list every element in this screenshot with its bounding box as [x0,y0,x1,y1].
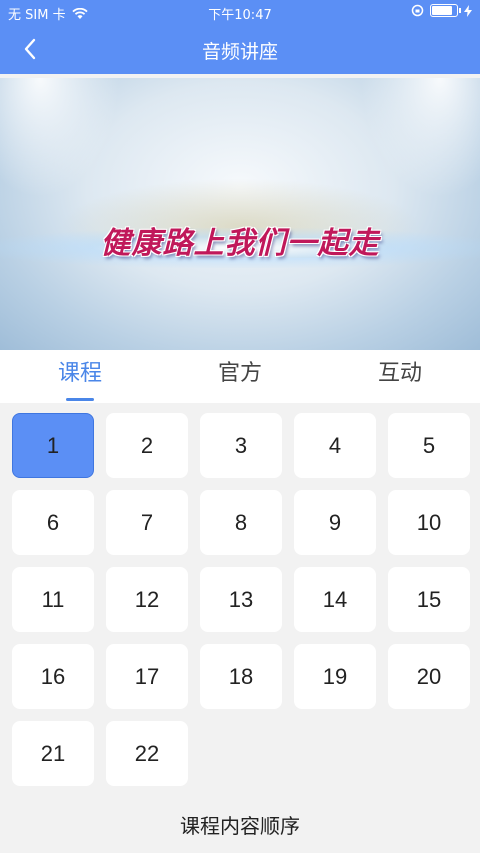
lesson-button[interactable]: 20 [388,644,470,709]
lesson-button[interactable]: 17 [106,644,188,709]
lesson-button[interactable]: 18 [200,644,282,709]
lesson-button[interactable]: 19 [294,644,376,709]
lesson-button[interactable]: 10 [388,490,470,555]
active-tab-indicator [66,398,94,401]
lesson-button[interactable]: 7 [106,490,188,555]
tab-course[interactable]: 课程 [0,350,160,403]
lesson-button[interactable]: 4 [294,413,376,478]
lesson-button[interactable]: 1 [12,413,94,478]
lesson-button[interactable]: 13 [200,567,282,632]
status-right [411,4,472,17]
banner-image: 健康路上我们一起走 [0,78,480,350]
tab-official[interactable]: 官方 [160,350,320,403]
lesson-button[interactable]: 3 [200,413,282,478]
status-time: 下午10:47 [208,8,272,23]
lesson-button[interactable]: 2 [106,413,188,478]
lesson-button[interactable]: 14 [294,567,376,632]
lesson-button[interactable]: 22 [106,721,188,786]
charging-icon [464,4,472,17]
tab-interaction[interactable]: 互动 [320,350,480,403]
lesson-button[interactable]: 15 [388,567,470,632]
lesson-button[interactable]: 16 [12,644,94,709]
rotation-lock-icon [411,4,424,17]
battery-cap [459,8,461,13]
lesson-button[interactable]: 11 [12,567,94,632]
lesson-button[interactable]: 9 [294,490,376,555]
lesson-button[interactable]: 5 [388,413,470,478]
status-bar: 无 SIM 卡 下午10:47 [0,0,480,24]
footer-label: 课程内容顺序 [180,814,300,838]
lesson-button[interactable]: 8 [200,490,282,555]
nav-bar: 音频讲座 [0,24,480,74]
lesson-grid: 1 2 3 4 5 6 7 8 9 10 11 12 13 14 15 16 17 18 19 20 21 22 [12,413,470,786]
banner-slogan: 健康路上我们一起走 [100,226,380,261]
page-title: 音频讲座 [201,41,278,63]
battery-icon [430,4,461,17]
tab-bar: 课程 官方 互动 [0,350,480,403]
battery-fill [432,6,452,15]
lesson-button[interactable]: 21 [12,721,94,786]
lesson-button[interactable]: 12 [106,567,188,632]
lesson-button[interactable]: 6 [12,490,94,555]
